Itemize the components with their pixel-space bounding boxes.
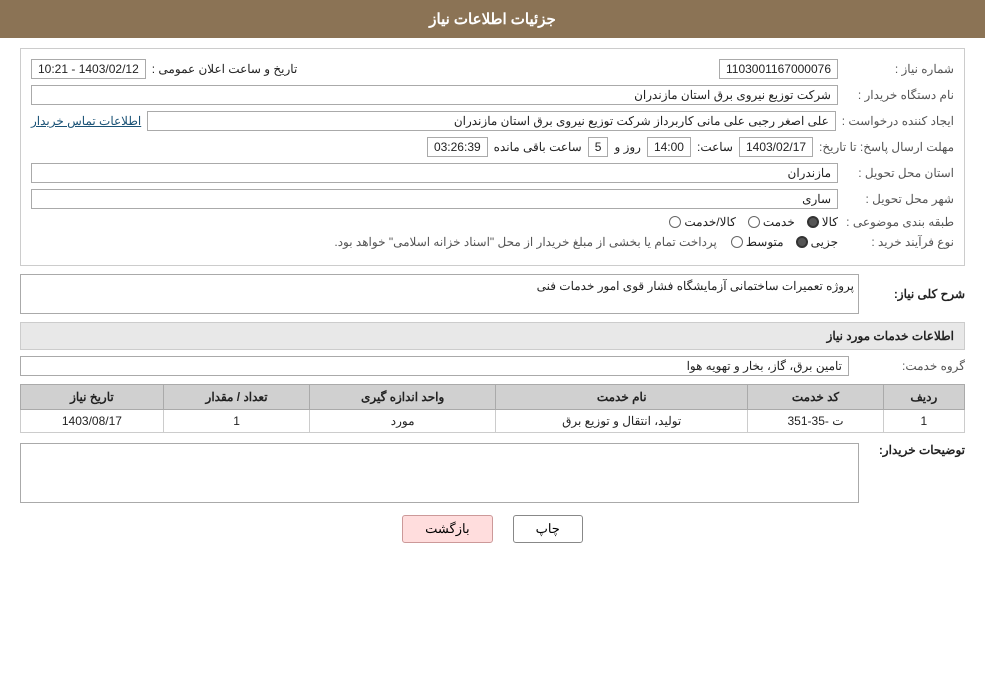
- col-unit: واحد اندازه گیری: [310, 385, 496, 410]
- button-row: چاپ بازگشت: [20, 515, 965, 543]
- announce-date-label: تاریخ و ساعت اعلان عمومی :: [152, 62, 298, 76]
- row-category: طبقه بندی موضوعی : کالا/خدمت خدمت کالا: [31, 215, 954, 229]
- category-label: طبقه بندی موضوعی :: [844, 215, 954, 229]
- reply-deadline-label: مهلت ارسال پاسخ: تا تاریخ:: [819, 140, 954, 154]
- service-group-value: تامین برق، گاز، بخار و تهویه هوا: [20, 356, 849, 376]
- row-delivery-city: شهر محل تحویل : ساری: [31, 189, 954, 209]
- services-table: ردیف کد خدمت نام خدمت واحد اندازه گیری ت…: [20, 384, 965, 433]
- reply-date: 1403/02/17: [739, 137, 813, 157]
- row-service-group: گروه خدمت: تامین برق، گاز، بخار و تهویه …: [20, 356, 965, 376]
- need-description-value: پروژه تعمیرات ساختمانی آزمایشگاه فشار قو…: [20, 274, 859, 314]
- back-button[interactable]: بازگشت: [402, 515, 492, 543]
- announce-date-value: 1403/02/12 - 10:21: [31, 59, 146, 79]
- need-number-value: 1103001167000076: [719, 59, 838, 79]
- category-option-1[interactable]: کالا: [807, 215, 838, 229]
- contact-link[interactable]: اطلاعات تماس خریدار: [31, 114, 141, 128]
- need-description-label: شرح کلی نیاز:: [865, 287, 965, 301]
- reply-remaining-label: ساعت باقی مانده: [494, 140, 582, 154]
- purchase-type-minor[interactable]: جزیی: [796, 235, 838, 249]
- col-date: تاریخ نیاز: [21, 385, 164, 410]
- row-buyer-org: نام دستگاه خریدار : شرکت توزیع نیروی برق…: [31, 85, 954, 105]
- category-option-3[interactable]: کالا/خدمت: [669, 215, 735, 229]
- delivery-province-label: استان محل تحویل :: [844, 166, 954, 180]
- services-section-title: اطلاعات خدمات مورد نیاز: [20, 322, 965, 350]
- buyer-notes-textarea[interactable]: [20, 443, 859, 503]
- reply-days: 5: [588, 137, 609, 157]
- row-purchase-type: نوع فرآیند خرید : متوسط جزیی پرداخت تمام…: [31, 235, 954, 249]
- reply-time-label: ساعت:: [697, 140, 733, 154]
- creator-value: علی اصغر رجبی علی مانی کاربرداز شرکت توز…: [147, 111, 836, 131]
- row-need-number: شماره نیاز : 1103001167000076 تاریخ و سا…: [31, 59, 954, 79]
- reply-days-label: روز و: [614, 140, 641, 154]
- print-button[interactable]: چاپ: [513, 515, 583, 543]
- reply-time: 14:00: [647, 137, 691, 157]
- creator-label: ایجاد کننده درخواست :: [842, 114, 954, 128]
- reply-remaining: 03:26:39: [427, 137, 488, 157]
- delivery-province-value: مازندران: [31, 163, 838, 183]
- table-row: 1ت -35-351تولید، انتقال و توزیع برقمورد1…: [21, 410, 965, 433]
- purchase-type-radio-group: متوسط جزیی: [731, 235, 838, 249]
- delivery-city-value: ساری: [31, 189, 838, 209]
- category-radio-group: کالا/خدمت خدمت کالا: [669, 215, 838, 229]
- col-code: کد خدمت: [748, 385, 883, 410]
- buyer-org-value: شرکت توزیع نیروی برق استان مازندران: [31, 85, 838, 105]
- buyer-notes-label: توضیحات خریدار:: [865, 443, 965, 457]
- service-group-label: گروه خدمت:: [855, 359, 965, 373]
- purchase-type-label: نوع فرآیند خرید :: [844, 235, 954, 249]
- row-delivery-province: استان محل تحویل : مازندران: [31, 163, 954, 183]
- row-need-description: شرح کلی نیاز: پروژه تعمیرات ساختمانی آزم…: [20, 274, 965, 314]
- row-buyer-notes: توضیحات خریدار:: [20, 443, 965, 503]
- category-option-2[interactable]: خدمت: [748, 215, 795, 229]
- purchase-type-medium[interactable]: متوسط: [731, 235, 784, 249]
- page-title: جزئیات اطلاعات نیاز: [429, 11, 556, 28]
- delivery-city-label: شهر محل تحویل :: [844, 192, 954, 206]
- buyer-org-label: نام دستگاه خریدار :: [844, 88, 954, 102]
- main-form-section: شماره نیاز : 1103001167000076 تاریخ و سا…: [20, 48, 965, 266]
- need-number-label: شماره نیاز :: [844, 62, 954, 76]
- page-header: جزئیات اطلاعات نیاز: [0, 0, 985, 38]
- col-name: نام خدمت: [496, 385, 748, 410]
- col-row: ردیف: [883, 385, 964, 410]
- services-table-container: ردیف کد خدمت نام خدمت واحد اندازه گیری ت…: [20, 384, 965, 433]
- row-reply-deadline: مهلت ارسال پاسخ: تا تاریخ: 1403/02/17 سا…: [31, 137, 954, 157]
- col-qty: تعداد / مقدار: [163, 385, 309, 410]
- row-creator: ایجاد کننده درخواست : علی اصغر رجبی علی …: [31, 111, 954, 131]
- purchase-note: پرداخت تمام یا بخشی از مبلغ خریدار از مح…: [334, 235, 717, 249]
